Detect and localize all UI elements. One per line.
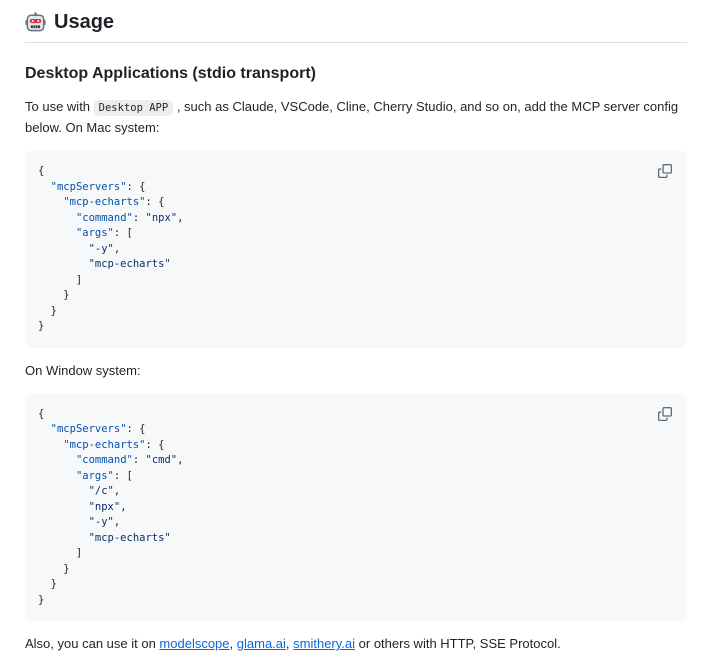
copy-icon <box>658 407 672 421</box>
readme-usage-section: Usage Desktop Applications (stdio transp… <box>0 0 710 654</box>
footer-text-prefix: Also, you can use it on <box>25 636 159 651</box>
code-windows-json: { "mcpServers": { "mcp-echarts": { "comm… <box>25 394 687 622</box>
usage-heading-text: Usage <box>54 9 114 35</box>
footer-separator: , <box>230 636 237 651</box>
link-smithery-ai[interactable]: smithery.ai <box>293 636 355 651</box>
windows-paragraph: On Window system: <box>25 361 687 381</box>
link-glama-ai[interactable]: glama.ai <box>237 636 286 651</box>
desktop-applications-heading: Desktop Applications (stdio transport) <box>25 64 687 84</box>
code-block-windows: { "mcpServers": { "mcp-echarts": { "comm… <box>25 394 687 622</box>
robot-emoji-icon <box>25 12 46 33</box>
copy-button-mac[interactable] <box>652 158 678 184</box>
intro-paragraph: To use with Desktop APP , such as Claude… <box>25 97 687 138</box>
usage-heading: Usage <box>25 9 687 43</box>
copy-icon <box>658 164 672 178</box>
code-block-mac: { "mcpServers": { "mcp-echarts": { "comm… <box>25 151 687 348</box>
link-modelscope[interactable]: modelscope <box>159 636 229 651</box>
copy-button-windows[interactable] <box>652 401 678 427</box>
inline-code-desktop-app: Desktop APP <box>94 100 174 116</box>
footer-paragraph: Also, you can use it on modelscope, glam… <box>25 634 687 654</box>
intro-text-before: To use with <box>25 99 94 114</box>
footer-text-suffix: or others with HTTP, SSE Protocol. <box>355 636 561 651</box>
code-mac-json: { "mcpServers": { "mcp-echarts": { "comm… <box>25 151 687 348</box>
